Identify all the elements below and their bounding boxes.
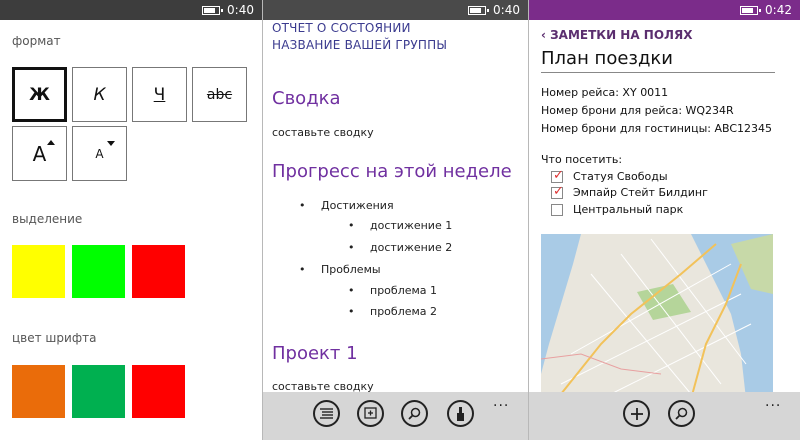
- list-item[interactable]: • достижение 2: [348, 241, 453, 254]
- highlight-swatch-red[interactable]: [132, 245, 185, 298]
- list-item-label: проблема 1: [370, 284, 438, 297]
- project-heading: Проект 1: [272, 343, 358, 364]
- bullet-icon: •: [299, 199, 306, 212]
- checklist-item-label: Центральный парк: [573, 203, 684, 216]
- list-item[interactable]: • достижение 1: [348, 219, 453, 232]
- font-color-label: цвет шрифта: [12, 331, 97, 345]
- grow-font-label: A: [32, 141, 47, 166]
- battery-icon: [468, 6, 489, 15]
- shrink-font-button[interactable]: A: [72, 126, 127, 181]
- list-button[interactable]: [313, 400, 340, 427]
- search-icon: [408, 407, 421, 420]
- add-icon: [630, 407, 643, 420]
- format-panel-screen: 0:40 формат Ж К Ч abc A A выделение цвет…: [0, 0, 262, 440]
- checkbox[interactable]: [551, 204, 563, 216]
- bold-button[interactable]: Ж: [12, 67, 67, 122]
- check-icon: ✓: [553, 168, 564, 183]
- underline-label: Ч: [153, 84, 166, 105]
- strikethrough-label: abc: [206, 86, 233, 103]
- list-item[interactable]: • проблема 2: [348, 305, 438, 318]
- brush-button[interactable]: [447, 400, 474, 427]
- map-graphic: [541, 234, 773, 399]
- italic-label: К: [93, 84, 106, 105]
- italic-button[interactable]: К: [72, 67, 127, 122]
- list-item-label: проблема 2: [370, 305, 438, 318]
- clock: 0:40: [493, 3, 520, 17]
- font-color-swatch-red[interactable]: [132, 365, 185, 418]
- report-title: ОТЧЕТ О СОСТОЯНИИ: [272, 21, 411, 35]
- chevron-left-icon: ‹: [541, 28, 551, 42]
- app-bar: ...: [263, 392, 528, 440]
- bold-label: Ж: [29, 84, 50, 105]
- progress-heading: Прогресс на этой неделе: [272, 161, 512, 182]
- clock: 0:40: [227, 3, 254, 17]
- triangle-up-icon: [47, 140, 55, 145]
- list-item[interactable]: • проблема 1: [348, 284, 438, 297]
- list-item-label: достижение 2: [370, 241, 453, 254]
- highlight-label: выделение: [12, 212, 83, 226]
- checklist-item-label: Эмпайр Стейт Билдинг: [573, 186, 708, 199]
- checklist-item-label: Статуя Свободы: [573, 170, 668, 183]
- format-label: формат: [12, 34, 61, 48]
- highlight-swatch-yellow[interactable]: [12, 245, 65, 298]
- battery-icon: [740, 6, 761, 15]
- list-item-label: достижение 1: [370, 219, 453, 232]
- check-icon: ✓: [553, 184, 564, 199]
- strikethrough-button[interactable]: abc: [192, 67, 247, 122]
- bullet-icon: •: [348, 305, 355, 318]
- summary-heading: Сводка: [272, 88, 341, 109]
- status-bar: 0:40: [0, 0, 262, 20]
- clock: 0:42: [765, 3, 792, 17]
- shrink-font-label: A: [95, 146, 104, 161]
- search-button[interactable]: [668, 400, 695, 427]
- hotel-booking[interactable]: Номер брони для гостиницы: ABC12345: [541, 122, 772, 135]
- list-icon: [320, 408, 333, 419]
- add-button[interactable]: [623, 400, 650, 427]
- font-color-swatch-orange[interactable]: [12, 365, 65, 418]
- brush-icon: [457, 406, 464, 421]
- list-item-label: Достижения: [321, 199, 394, 212]
- summary-text[interactable]: составьте сводку: [272, 126, 374, 139]
- bullet-icon: •: [348, 219, 355, 232]
- map-image[interactable]: [541, 234, 773, 399]
- search-icon: [675, 407, 688, 420]
- list-item-problems[interactable]: • Проблемы: [299, 263, 381, 276]
- group-name: НАЗВАНИЕ ВАШЕЙ ГРУППЫ: [272, 38, 448, 52]
- checkbox[interactable]: ✓: [551, 168, 564, 183]
- highlight-swatch-green[interactable]: [72, 245, 125, 298]
- status-bar: 0:40: [263, 0, 528, 20]
- triangle-down-icon: [107, 141, 115, 146]
- app-bar: ...: [529, 392, 800, 440]
- grow-font-button[interactable]: A: [12, 126, 67, 181]
- report-note-screen: 0:40 ОТЧЕТ О СОСТОЯНИИ НАЗВАНИЕ ВАШЕЙ ГР…: [263, 0, 528, 440]
- more-button[interactable]: ...: [493, 394, 509, 410]
- bullet-icon: •: [348, 241, 355, 254]
- battery-icon: [202, 6, 223, 15]
- bullet-icon: •: [299, 263, 306, 276]
- add-note-icon: [364, 407, 377, 419]
- back-link-label: ЗАМЕТКИ НА ПОЛЯХ: [550, 28, 693, 42]
- page-title[interactable]: План поездки: [541, 48, 673, 69]
- list-item-label: Проблемы: [321, 263, 381, 276]
- list-item-achievements[interactable]: • Достижения: [299, 199, 394, 212]
- more-button[interactable]: ...: [765, 394, 781, 410]
- visit-label: Что посетить:: [541, 153, 623, 166]
- search-button[interactable]: [401, 400, 428, 427]
- title-divider: [541, 72, 775, 73]
- checkbox[interactable]: ✓: [551, 184, 564, 199]
- underline-button[interactable]: Ч: [132, 67, 187, 122]
- status-bar: 0:42: [529, 0, 800, 20]
- flight-number[interactable]: Номер рейса: XY 0011: [541, 86, 668, 99]
- font-color-swatch-green[interactable]: [72, 365, 125, 418]
- add-note-button[interactable]: [357, 400, 384, 427]
- back-link[interactable]: ‹ ЗАМЕТКИ НА ПОЛЯХ: [541, 28, 693, 42]
- bullet-icon: •: [348, 284, 355, 297]
- trip-note-screen: 0:42 ‹ ЗАМЕТКИ НА ПОЛЯХ План поездки Ном…: [529, 0, 800, 440]
- flight-booking[interactable]: Номер брони для рейса: WQ234R: [541, 104, 734, 117]
